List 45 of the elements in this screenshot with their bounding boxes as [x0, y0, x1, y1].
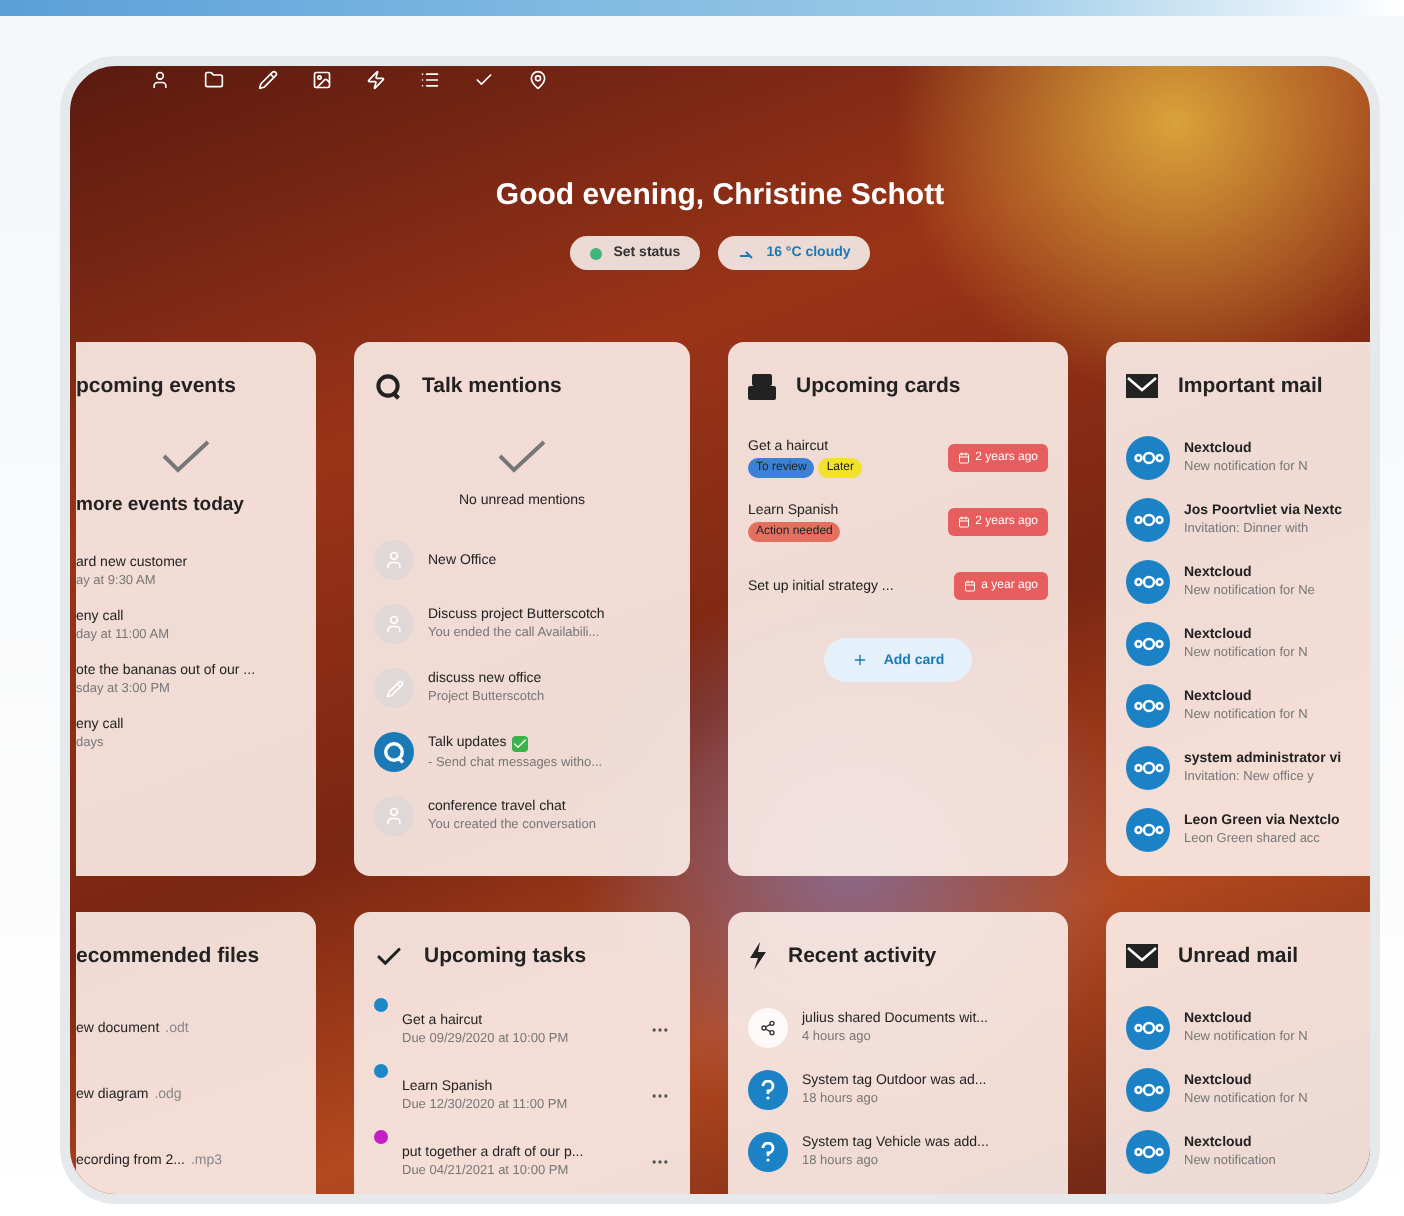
- person-avatar-icon: [374, 796, 414, 836]
- pencil-avatar-icon: [374, 668, 414, 708]
- cloud-logo-icon: [1133, 1081, 1163, 1097]
- weather-icon: [738, 247, 755, 259]
- checkmark-icon: [160, 438, 212, 474]
- pencil-icon[interactable]: [258, 70, 278, 90]
- cloud-logo-icon: [1133, 449, 1163, 465]
- plus-icon: [851, 652, 868, 668]
- cloud-logo-icon: [1133, 697, 1163, 713]
- person-avatar-icon: [374, 540, 414, 580]
- list-icon[interactable]: [420, 70, 440, 90]
- question-mark-icon: [748, 1131, 788, 1171]
- map-pin-icon[interactable]: [528, 70, 548, 90]
- cloud-logo-icon: [1133, 573, 1163, 589]
- chat-bubble-icon: [374, 372, 402, 400]
- checkmark-icon: [496, 438, 548, 474]
- widget-title: Unread mail: [1178, 944, 1299, 968]
- widget-title: Important mail: [1178, 374, 1323, 398]
- person-icon[interactable]: [150, 70, 170, 90]
- cloud-logo-icon: [1133, 1143, 1163, 1159]
- cloud-logo-icon: [1133, 759, 1163, 775]
- question-mark-icon: [748, 1069, 788, 1109]
- image-icon[interactable]: [312, 70, 332, 90]
- widget-title: Talk mentions: [422, 374, 562, 398]
- envelope-icon: [1126, 374, 1158, 398]
- person-avatar-icon: [374, 604, 414, 644]
- cloud-logo-icon: [1133, 635, 1163, 651]
- cloud-logo-icon: [1133, 511, 1163, 527]
- widget-title: Recent activity: [788, 944, 937, 968]
- cloud-logo-icon: [1133, 821, 1163, 837]
- lightning-icon: [748, 942, 768, 970]
- widget-title: Upcoming cards: [796, 374, 961, 398]
- widget-title: pcoming events: [76, 374, 236, 398]
- chat-bubble-icon: [382, 740, 406, 764]
- checkmark-icon[interactable]: [474, 70, 494, 90]
- lightning-icon[interactable]: [366, 70, 386, 90]
- envelope-icon: [1126, 944, 1158, 968]
- widget-title: ecommended files: [76, 944, 260, 968]
- folder-icon[interactable]: [204, 70, 224, 90]
- inbox-tray-icon: [748, 372, 776, 400]
- widget-title: Upcoming tasks: [424, 944, 587, 968]
- greeting-heading: Good evening, Christine Schott: [493, 178, 947, 212]
- share-icon: [748, 1007, 788, 1047]
- cloud-logo-icon: [1133, 1019, 1163, 1035]
- events-heading: more events today: [76, 494, 246, 516]
